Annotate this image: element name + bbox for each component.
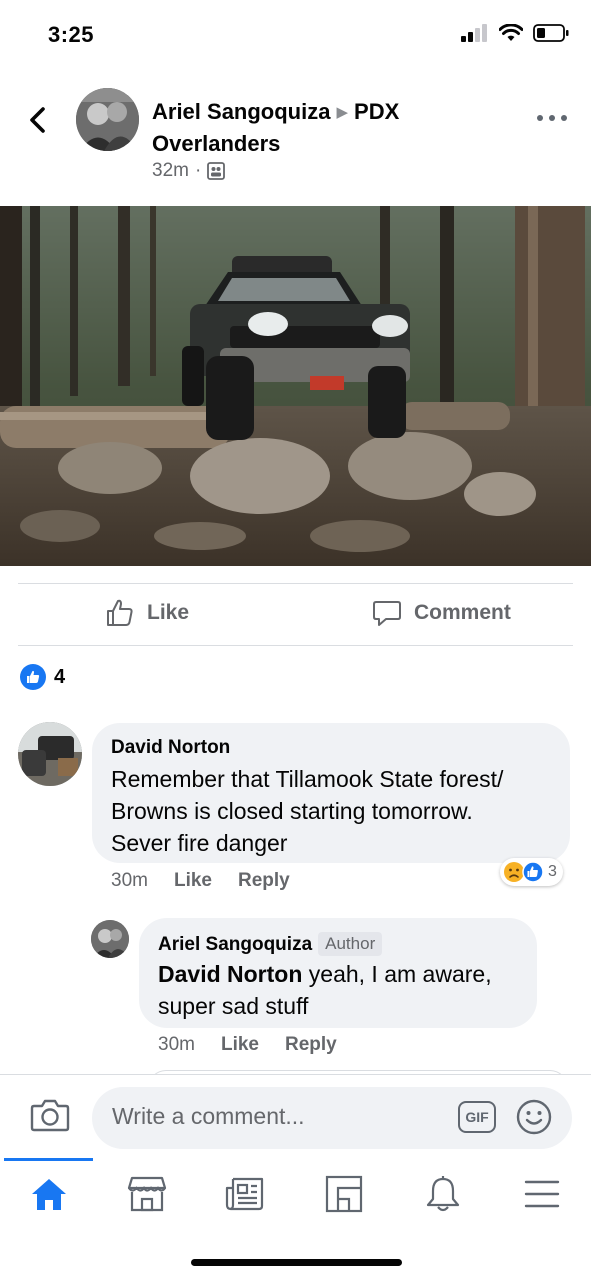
post-photo[interactable] [0,206,591,566]
comment-meta: 30m Like Reply [111,870,290,892]
chevron-left-icon [30,107,45,133]
comment-reply-link[interactable]: Reply [238,870,290,892]
reply-text: David Norton yeah, I am aware, super sad… [158,958,492,1022]
bell-icon [426,1176,460,1212]
author-avatar[interactable] [76,88,139,151]
commenter-name[interactable]: David Norton [111,737,230,759]
comment-text-line: Remember that Tillamook State forest/ [111,766,504,792]
tab-notifications[interactable] [418,1172,468,1216]
active-tab-indicator [4,1158,93,1161]
home-indicator[interactable] [191,1259,402,1266]
thumbs-up-icon [107,599,133,626]
comment-time: 30m [111,870,148,891]
reaction-count: 4 [54,665,66,688]
comment-bubble-icon [373,601,401,626]
reply-text-part: yeah, I am aware, [302,961,492,987]
meta-separator: · [194,160,202,181]
reply-author-name[interactable]: Ariel Sangoquiza [158,934,312,955]
tab-marketplace[interactable] [122,1172,172,1216]
tab-menu[interactable] [517,1172,567,1216]
like-label: Like [147,601,190,624]
like-button[interactable]: Like [105,598,189,628]
home-icon [32,1179,66,1210]
more-dot-icon [561,115,567,121]
author-name[interactable]: Ariel Sangoquiza [152,99,330,124]
status-bar: 3:25 [0,0,591,70]
more-dot-icon [549,115,555,121]
group-privacy-icon [207,162,226,180]
status-icons [461,24,569,42]
emoji-button[interactable] [516,1099,552,1140]
divider [18,645,573,646]
battery-icon [533,24,569,42]
comment-reaction-count: 3 [548,863,557,880]
like-reaction-icon [20,664,46,690]
comment-input[interactable]: Write a comment... GIF [92,1087,572,1149]
marketplace-icon [127,1176,167,1212]
reply-time: 30m [158,1034,195,1055]
post-title: Ariel Sangoquiza ▶ PDX Overlanders [152,96,482,159]
status-time: 3:25 [48,22,95,47]
tab-bar [0,1158,591,1228]
triangle-right-icon: ▶ [336,104,349,121]
gif-button[interactable]: GIF [458,1101,496,1133]
menu-icon [524,1180,560,1208]
compose-bar: Write a comment... GIF [0,1074,591,1158]
like-reaction-icon [522,861,544,883]
comment-like-link[interactable]: Like [174,870,212,892]
reply-like-link[interactable]: Like [221,1034,259,1056]
camera-button[interactable] [30,1097,70,1138]
comment-bubble[interactable]: David Norton Remember that Tillamook Sta… [92,723,570,863]
reply-author-avatar[interactable] [91,920,129,958]
smiley-icon [516,1099,552,1135]
comment-text-line: Browns is closed starting tomorrow. [111,798,473,824]
comment-button[interactable]: Comment [372,598,511,628]
back-button[interactable] [22,100,52,140]
more-options-button[interactable] [537,108,567,128]
wifi-icon [499,24,523,41]
camera-icon [30,1099,70,1132]
mention-link[interactable]: David Norton [158,961,302,987]
tab-news[interactable] [220,1172,270,1216]
reactions-summary[interactable]: 4 [20,664,65,690]
reply-text-line: David Norton yeah, I am aware, [158,958,492,990]
reply-author-line: Ariel Sangoquiza Author [158,932,383,956]
tab-groups[interactable] [319,1172,369,1216]
reply-bubble[interactable]: Ariel Sangoquiza Author David Norton yeah… [139,918,537,1028]
news-icon [225,1177,264,1211]
post-actions: Like Comment [0,584,591,646]
comment-text: Remember that Tillamook State forest/ Br… [111,763,503,859]
comment-input-placeholder: Write a comment... [112,1103,305,1129]
comment-reactions[interactable]: 3 [500,858,563,886]
reply-text-line: super sad stuff [158,993,309,1019]
more-dot-icon [537,115,543,121]
signal-icon [461,24,487,42]
tab-home[interactable] [24,1172,74,1216]
post-header: Ariel Sangoquiza ▶ PDX Overlanders 32m · [0,80,591,200]
reply-reply-link[interactable]: Reply [285,1034,337,1056]
commenter-avatar[interactable] [18,722,82,786]
reply-meta: 30m Like Reply [158,1034,337,1056]
post-meta: 32m · [152,160,226,182]
group-name-part2[interactable]: Overlanders [152,131,280,156]
groups-icon [325,1175,363,1213]
comment-text-line: Sever fire danger [111,830,288,856]
group-name-part1[interactable]: PDX [354,99,399,124]
post-timestamp[interactable]: 32m [152,160,189,182]
author-badge: Author [318,932,383,956]
comment-label: Comment [414,601,511,624]
